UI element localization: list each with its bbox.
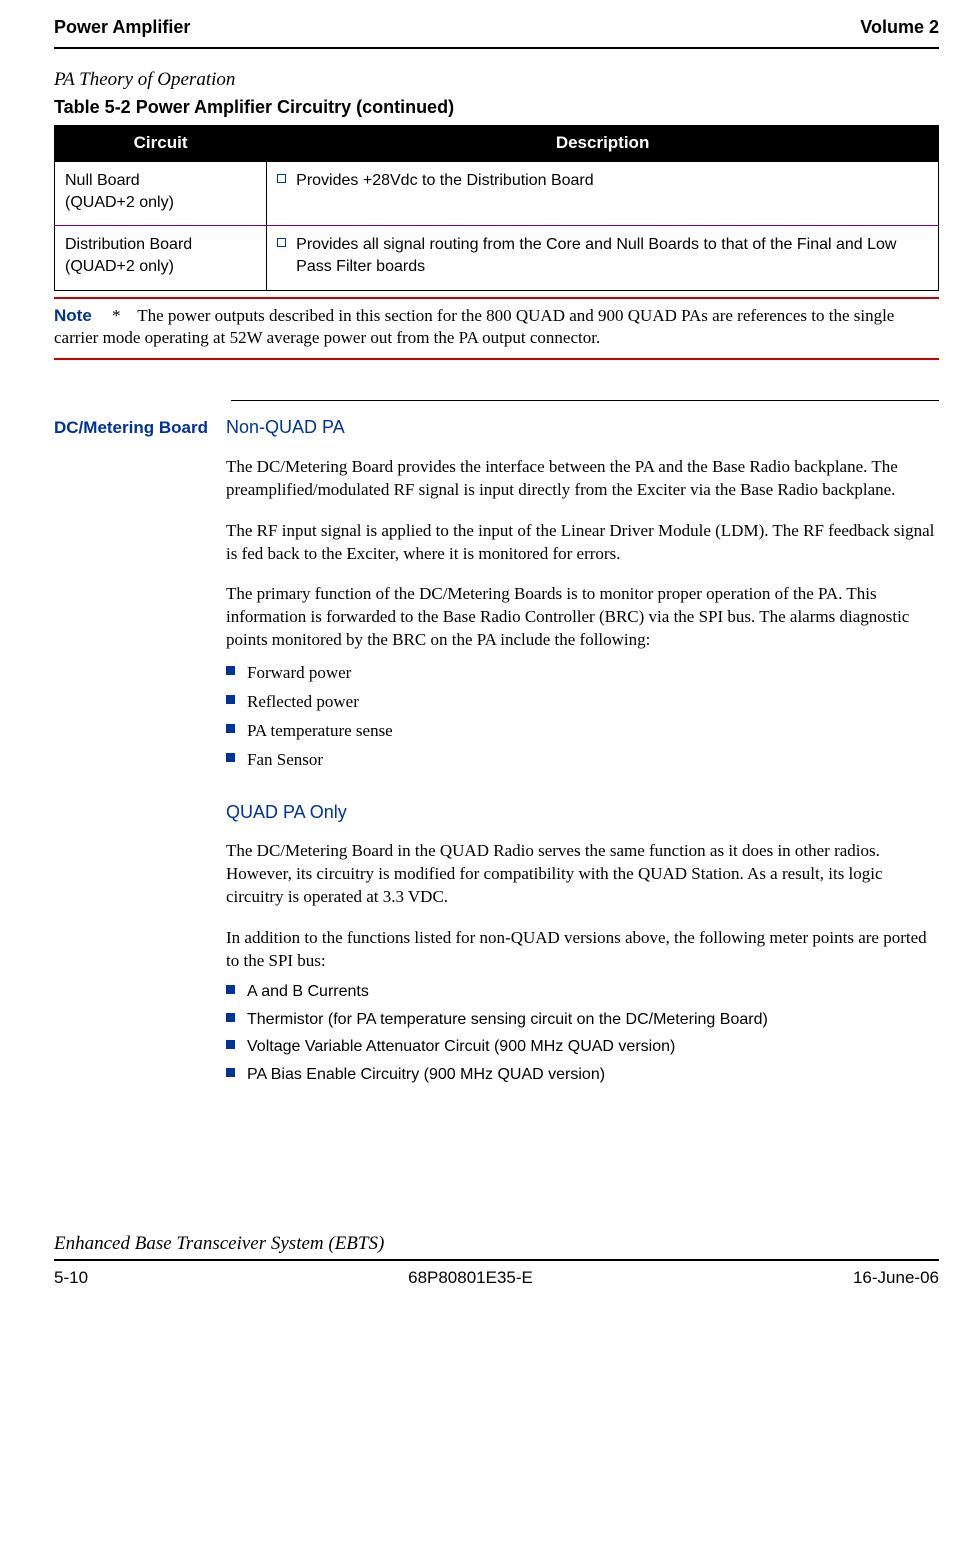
square-bullet-icon bbox=[226, 724, 235, 733]
list-item: PA Bias Enable Circuitry (900 MHz QUAD v… bbox=[226, 1064, 939, 1086]
list-item: Fan Sensor bbox=[226, 749, 939, 772]
square-bullet-icon bbox=[226, 985, 235, 994]
list-item-label: PA temperature sense bbox=[247, 720, 393, 743]
list-item-label: Forward power bbox=[247, 662, 351, 685]
footer-center: 68P80801E35-E bbox=[408, 1267, 533, 1290]
note-text: The power outputs described in this sect… bbox=[54, 306, 894, 348]
section-title: PA Theory of Operation bbox=[54, 67, 939, 93]
square-bullet-icon bbox=[277, 238, 286, 247]
page-footer: Enhanced Base Transceiver System (EBTS) … bbox=[54, 1231, 939, 1290]
note-block: Note * The power outputs described in th… bbox=[54, 297, 939, 361]
list-item-label: Thermistor (for PA temperature sensing c… bbox=[247, 1009, 768, 1031]
footer-left: 5-10 bbox=[54, 1267, 88, 1290]
col-header-description: Description bbox=[267, 126, 939, 162]
circuit-description: Provides all signal routing from the Cor… bbox=[296, 234, 928, 277]
note-label: Note bbox=[54, 306, 92, 325]
footer-title: Enhanced Base Transceiver System (EBTS) bbox=[54, 1231, 939, 1257]
paragraph: In addition to the functions listed for … bbox=[226, 927, 939, 973]
square-bullet-icon bbox=[277, 174, 286, 183]
square-bullet-icon bbox=[226, 1068, 235, 1077]
page-header: Power Amplifier Volume 2 bbox=[54, 15, 939, 49]
list-item-label: Fan Sensor bbox=[247, 749, 323, 772]
list-item: Voltage Variable Attenuator Circuit (900… bbox=[226, 1036, 939, 1058]
circuit-name: Distribution Board bbox=[65, 234, 256, 256]
list-item: Thermistor (for PA temperature sensing c… bbox=[226, 1009, 939, 1031]
square-bullet-icon bbox=[226, 695, 235, 704]
section-divider bbox=[231, 400, 939, 401]
subheading-nonquad: Non-QUAD PA bbox=[226, 415, 939, 439]
list-item-label: Voltage Variable Attenuator Circuit (900… bbox=[247, 1036, 675, 1058]
list-item: Reflected power bbox=[226, 691, 939, 714]
circuit-name: Null Board bbox=[65, 170, 256, 192]
list-item-label: Reflected power bbox=[247, 691, 359, 714]
circuit-description: Provides +28Vdc to the Distribution Boar… bbox=[296, 170, 594, 192]
paragraph: The RF input signal is applied to the in… bbox=[226, 520, 939, 566]
list-item-label: A and B Currents bbox=[247, 981, 369, 1003]
side-heading: DC/Metering Board bbox=[54, 415, 212, 1091]
note-marker: * bbox=[112, 306, 121, 325]
table-row: Null Board (QUAD+2 only) Provides +28Vdc… bbox=[55, 162, 939, 226]
table-caption: Table 5-2 Power Amplifier Circuitry (con… bbox=[54, 95, 939, 119]
square-bullet-icon bbox=[226, 753, 235, 762]
paragraph: The DC/Metering Board provides the inter… bbox=[226, 456, 939, 502]
subheading-quad: QUAD PA Only bbox=[226, 800, 939, 824]
list-item: PA temperature sense bbox=[226, 720, 939, 743]
square-bullet-icon bbox=[226, 666, 235, 675]
square-bullet-icon bbox=[226, 1013, 235, 1022]
list-item-label: PA Bias Enable Circuitry (900 MHz QUAD v… bbox=[247, 1064, 605, 1086]
header-right: Volume 2 bbox=[860, 15, 939, 39]
header-left: Power Amplifier bbox=[54, 15, 190, 39]
footer-right: 16-June-06 bbox=[853, 1267, 939, 1290]
circuit-note: (QUAD+2 only) bbox=[65, 192, 256, 214]
list-item: A and B Currents bbox=[226, 981, 939, 1003]
circuitry-table: Circuit Description Null Board (QUAD+2 o… bbox=[54, 125, 939, 290]
paragraph: The primary function of the DC/Metering … bbox=[226, 583, 939, 652]
paragraph: The DC/Metering Board in the QUAD Radio … bbox=[226, 840, 939, 909]
list-item: Forward power bbox=[226, 662, 939, 685]
col-header-circuit: Circuit bbox=[55, 126, 267, 162]
square-bullet-icon bbox=[226, 1040, 235, 1049]
table-row: Distribution Board (QUAD+2 only) Provide… bbox=[55, 226, 939, 290]
dc-metering-section: DC/Metering Board Non-QUAD PA The DC/Met… bbox=[54, 415, 939, 1091]
circuit-note: (QUAD+2 only) bbox=[65, 256, 256, 278]
